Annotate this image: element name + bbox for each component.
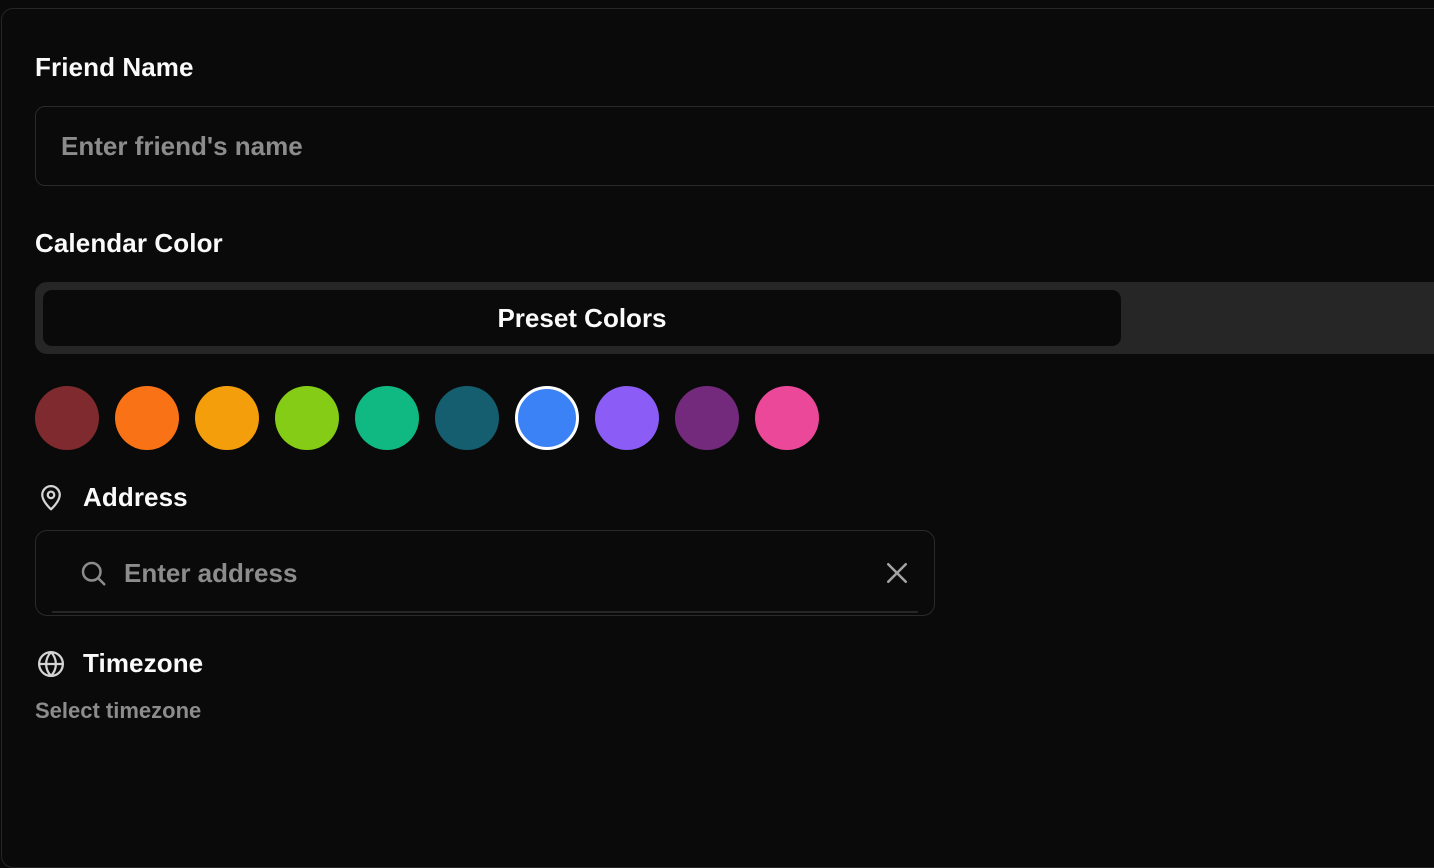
address-field [35,530,935,616]
close-icon[interactable] [882,558,912,588]
timezone-label: Timezone [83,648,204,678]
color-swatch-4[interactable] [355,386,419,450]
timezone-select[interactable]: Select timezone [35,698,201,724]
color-swatch-2[interactable] [195,386,259,450]
tab-preset-colors[interactable]: Preset Colors [43,290,1121,346]
color-swatch-7[interactable] [595,386,659,450]
search-icon [81,561,106,586]
friend-name-label: Friend Name [35,52,194,82]
color-swatch-5[interactable] [435,386,499,450]
color-swatch-9[interactable] [755,386,819,450]
globe-icon [38,651,64,677]
color-mode-tabs: Preset Colors [35,282,1434,354]
color-swatches [35,386,819,450]
map-pin-icon [41,485,61,511]
color-swatch-8[interactable] [675,386,739,450]
color-swatch-0[interactable] [35,386,99,450]
friend-name-input[interactable] [35,106,1434,186]
color-swatch-1[interactable] [115,386,179,450]
address-label: Address [83,482,188,512]
address-input[interactable] [124,551,864,595]
color-swatch-6[interactable] [515,386,579,450]
color-swatch-3[interactable] [275,386,339,450]
address-field-divider [52,611,918,613]
calendar-color-label: Calendar Color [35,228,223,258]
